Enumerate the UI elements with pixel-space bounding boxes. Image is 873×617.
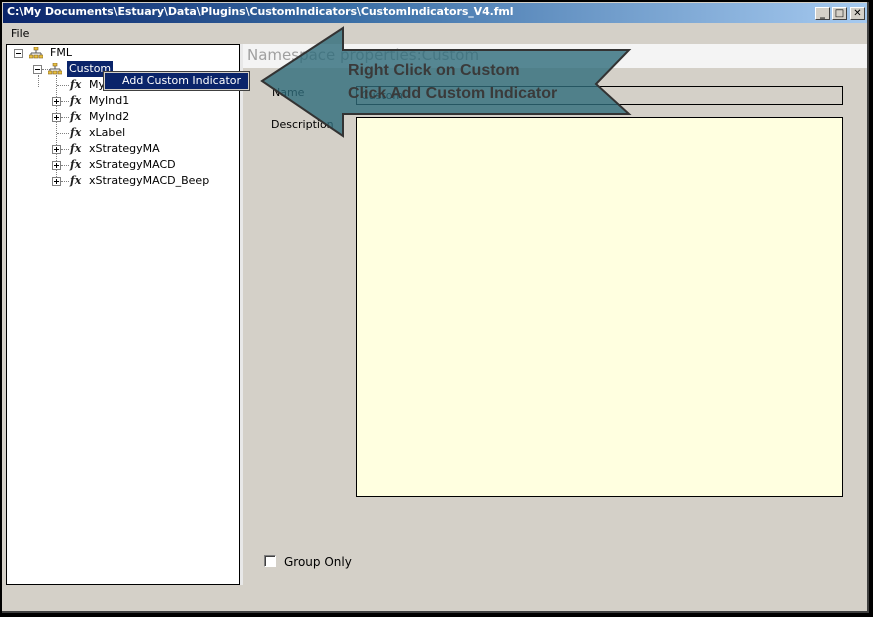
function-icon: fx — [70, 142, 82, 155]
group-only-checkbox[interactable] — [264, 555, 276, 567]
title-bar[interactable]: C:\My Documents\Estuary\Data\Plugins\Cus… — [3, 3, 867, 23]
expand-toggle[interactable] — [52, 113, 61, 122]
namespace-icon — [48, 63, 62, 75]
expand-toggle[interactable] — [52, 177, 61, 186]
function-icon: fx — [70, 94, 82, 107]
properties-header: Namespace properties:Custom — [243, 44, 867, 68]
menu-item-add-custom-indicator[interactable]: Add Custom Indicator — [122, 74, 241, 87]
expand-toggle[interactable] — [52, 97, 61, 106]
tree-node-label: xStrategyMACD — [89, 158, 176, 171]
namespace-tree[interactable]: FML Custom fx My fx MyInd1 fx MyInd2 fx … — [6, 44, 240, 585]
collapse-toggle[interactable] — [33, 65, 42, 74]
context-menu: Add Custom Indicator — [103, 71, 250, 91]
tree-connector — [57, 133, 69, 135]
tree-connector — [61, 101, 69, 103]
close-button[interactable]: ✕ — [850, 7, 865, 20]
group-only-label[interactable]: Group Only — [284, 555, 352, 569]
tree-node-label: xStrategyMA — [89, 142, 160, 155]
minimize-icon: _ — [820, 8, 825, 19]
description-field[interactable] — [356, 117, 843, 497]
function-icon: fx — [70, 126, 82, 139]
close-icon: ✕ — [853, 8, 862, 19]
tree-connector — [61, 149, 69, 151]
description-label: Description — [271, 118, 334, 131]
tree-node-label: xStrategyMACD_Beep — [89, 174, 210, 187]
minimize-button[interactable]: _ — [815, 7, 830, 20]
collapse-toggle[interactable] — [14, 49, 23, 58]
tree-node-label: xLabel — [89, 126, 126, 139]
window-title: C:\My Documents\Estuary\Data\Plugins\Cus… — [7, 5, 514, 18]
tree-connector — [61, 117, 69, 119]
tree-node-label: MyInd1 — [89, 94, 130, 107]
namespace-icon — [29, 47, 43, 59]
splitter[interactable] — [240, 44, 243, 585]
function-icon: fx — [70, 78, 82, 91]
tree-node-label: MyInd2 — [89, 110, 130, 123]
function-icon: fx — [70, 110, 82, 123]
expand-toggle[interactable] — [52, 145, 61, 154]
tree-connector — [61, 165, 69, 167]
tree-node-label: FML — [50, 46, 72, 59]
expand-toggle[interactable] — [52, 161, 61, 170]
maximize-icon: □ — [834, 8, 845, 19]
name-label: Name — [272, 86, 305, 99]
menu-bar: File — [3, 25, 867, 42]
menu-file[interactable]: File — [11, 27, 29, 40]
tree-connector — [38, 75, 40, 87]
annotation-line-2: Click Add Custom Indicator — [348, 85, 558, 102]
annotation-line-1: Right Click on Custom — [348, 62, 520, 79]
function-icon: fx — [70, 158, 82, 171]
maximize-button[interactable]: □ — [832, 7, 847, 20]
tree-connector — [57, 85, 69, 87]
tree-connector — [61, 181, 69, 183]
function-icon: fx — [70, 174, 82, 187]
